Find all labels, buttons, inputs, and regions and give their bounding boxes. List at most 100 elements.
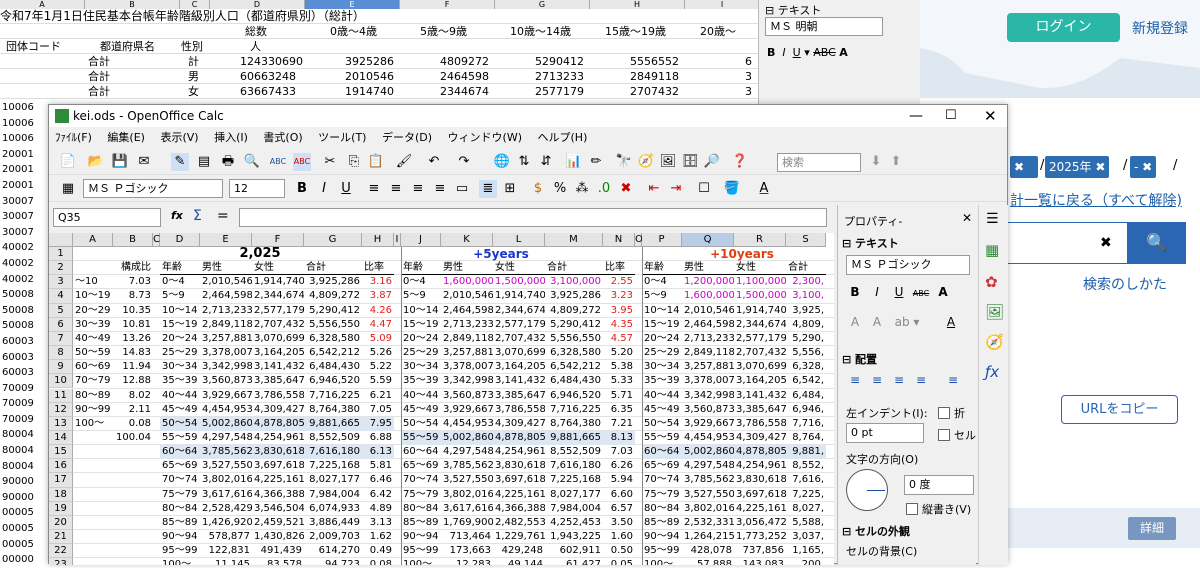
data-cell[interactable]: 4,254,961: [493, 445, 545, 459]
data-cell[interactable]: 5,556,: [786, 346, 826, 360]
help-icon[interactable]: ❓: [731, 153, 749, 171]
datasource-icon[interactable]: 🗄: [681, 153, 699, 171]
data-cell[interactable]: 0.05: [603, 558, 635, 565]
wrap-checkbox[interactable]: [938, 407, 950, 419]
data-cell[interactable]: 1,165,: [786, 544, 826, 558]
data-cell[interactable]: 2,577,179: [252, 304, 304, 318]
age-group-cell[interactable]: 70～74: [642, 473, 682, 487]
data-cell[interactable]: 3,141,432: [734, 389, 786, 403]
data-cell[interactable]: 7.21: [603, 417, 635, 431]
vertical-align-icon[interactable]: ⊞: [501, 180, 519, 198]
data-cell[interactable]: 3,141,432: [252, 360, 304, 374]
copy-icon[interactable]: ⎘: [345, 153, 363, 171]
bold-icon[interactable]: B: [293, 180, 311, 198]
find-next-icon[interactable]: ⬇: [867, 153, 885, 171]
print-icon[interactable]: 🖶: [219, 153, 237, 171]
data-cell[interactable]: 4,809,272: [545, 304, 603, 318]
data-cell[interactable]: 429,248: [493, 544, 545, 558]
data-cell[interactable]: 3,527,550: [441, 473, 493, 487]
data-cell[interactable]: 0.08: [362, 558, 394, 565]
data-cell[interactable]: 3,560,873: [682, 403, 734, 417]
data-cell[interactable]: 2,849,118: [682, 346, 734, 360]
age-group-cell[interactable]: 30～34: [160, 360, 200, 374]
data-cell[interactable]: 7,616,180: [304, 445, 362, 460]
data-cell[interactable]: 2,464,598: [441, 304, 493, 318]
age-group-cell[interactable]: 40～44: [401, 389, 441, 403]
age-group-cell[interactable]: 75～79: [160, 488, 200, 502]
data-cell[interactable]: 5.33: [603, 374, 635, 388]
age-group-cell[interactable]: 50～54: [160, 416, 200, 431]
data-cell[interactable]: 4,309,427: [493, 417, 545, 431]
data-cell[interactable]: 6.42: [362, 488, 394, 502]
age-group-cell[interactable]: 10～14: [401, 304, 441, 318]
data-cell[interactable]: 3,929,667: [200, 389, 252, 403]
data-cell[interactable]: 8,764,380: [304, 403, 362, 417]
age-group-cell[interactable]: 20～24: [401, 332, 441, 346]
data-cell[interactable]: 2,010,546: [441, 289, 493, 303]
clear-icon[interactable]: ✖: [1100, 235, 1112, 251]
shrink-checkbox[interactable]: [938, 429, 950, 441]
filter-chip-prev[interactable]: ✖: [1010, 156, 1038, 178]
age-group-cell[interactable]: 25～29: [642, 346, 682, 360]
autospell-icon[interactable]: ABC: [293, 153, 311, 171]
data-cell[interactable]: 6,328,580: [304, 332, 362, 346]
panel-underline-icon[interactable]: U: [890, 283, 908, 301]
data-cell[interactable]: 6.88: [362, 431, 394, 445]
age-group-cell[interactable]: 80～84: [642, 502, 682, 516]
deck-functions-icon[interactable]: ƒx: [985, 363, 999, 381]
data-cell[interactable]: 4,878,805: [252, 416, 304, 431]
data-cell[interactable]: 3,785,562: [682, 473, 734, 487]
menu-window[interactable]: ウィンドウ(W): [448, 131, 522, 144]
data-cell[interactable]: 122,831: [200, 544, 252, 558]
panel-grow-font-icon[interactable]: A: [846, 313, 864, 331]
data-cell[interactable]: 1,426,920: [200, 516, 252, 530]
data-cell[interactable]: 2,532,331: [682, 516, 734, 530]
data-cell[interactable]: 2,482,553: [493, 516, 545, 530]
data-cell[interactable]: 6,484,: [786, 389, 826, 403]
data-cell[interactable]: 6,484,430: [545, 374, 603, 388]
justify-icon[interactable]: ≡: [431, 180, 449, 198]
age-group-cell[interactable]: 0～4: [642, 275, 682, 289]
data-cell[interactable]: 5,556,550: [304, 318, 362, 332]
data-cell[interactable]: 5,002,860: [682, 445, 734, 460]
edit-file-icon[interactable]: ✎: [171, 153, 189, 171]
new-icon[interactable]: 📄: [59, 153, 77, 171]
age-group-cell[interactable]: 30～34: [401, 360, 441, 374]
menu-insert[interactable]: 挿入(I): [214, 131, 248, 144]
data-cell[interactable]: 3,056,472: [734, 516, 786, 530]
ratio-value[interactable]: 0.08: [113, 417, 153, 431]
detail-button[interactable]: 詳細: [1128, 517, 1176, 540]
data-cell[interactable]: 737,856: [734, 544, 786, 558]
data-cell[interactable]: 3,070,699: [252, 332, 304, 346]
function-wizard-icon[interactable]: fx: [171, 209, 183, 222]
data-cell[interactable]: 3,141,432: [493, 374, 545, 388]
age-group-cell[interactable]: 80～84: [401, 502, 441, 516]
ratio-value[interactable]: 10.35: [113, 304, 153, 318]
data-cell[interactable]: 2,849,118: [200, 318, 252, 332]
data-cell[interactable]: 4,252,453: [545, 516, 603, 530]
data-cell[interactable]: 5,002,860: [200, 416, 252, 431]
data-cell[interactable]: 3,697,618: [252, 459, 304, 473]
data-cell[interactable]: 6,328,: [786, 360, 826, 374]
age-group-cell[interactable]: 90～94: [642, 530, 682, 544]
data-cell[interactable]: 5.20: [603, 346, 635, 360]
age-group-cell[interactable]: 85～89: [160, 516, 200, 530]
data-cell[interactable]: 4,309,427: [252, 403, 304, 417]
year-heading-plus10[interactable]: +10years: [682, 247, 802, 261]
data-cell[interactable]: 3,785,562: [200, 445, 252, 460]
age-group-cell[interactable]: 65～69: [401, 459, 441, 473]
find-prev-icon[interactable]: ⬆: [887, 153, 905, 171]
menu-view[interactable]: 表示(V): [160, 131, 198, 144]
age-group-cell[interactable]: 55～59: [160, 431, 200, 445]
age-group-cell[interactable]: 50～54: [642, 417, 682, 431]
data-cell[interactable]: 2,300,: [786, 275, 826, 289]
data-cell[interactable]: 0.50: [603, 544, 635, 558]
data-cell[interactable]: 3,164,205: [734, 374, 786, 388]
data-cell[interactable]: 9,881,665: [545, 430, 603, 446]
ratio-value[interactable]: 8.02: [113, 389, 153, 403]
data-cell[interactable]: 3,617,616: [441, 502, 493, 516]
paste-icon[interactable]: 📋: [367, 153, 385, 171]
data-cell[interactable]: 5.81: [362, 459, 394, 473]
data-cell[interactable]: 3,925,286: [545, 289, 603, 303]
age-group-cell[interactable]: 85～89: [401, 516, 441, 530]
